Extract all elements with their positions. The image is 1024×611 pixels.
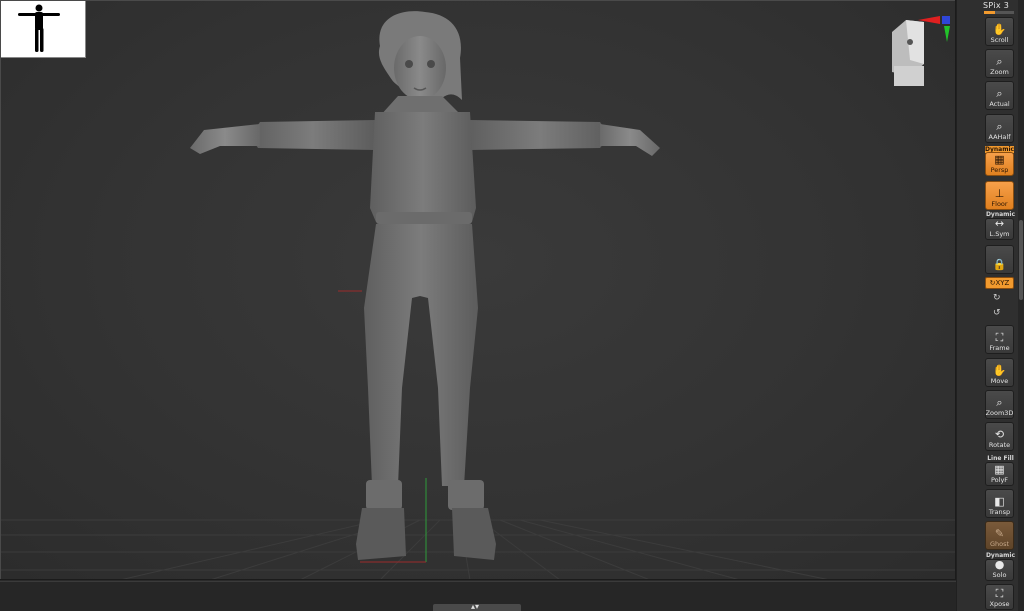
character-model[interactable] bbox=[180, 8, 670, 573]
xpose-icon: ⛶ bbox=[995, 587, 1004, 600]
rotate-button[interactable]: ⟲ Rotate bbox=[985, 422, 1014, 451]
perspective-grid-icon: ▦ bbox=[994, 153, 1005, 166]
z-rotation-icon[interactable]: ↺ bbox=[993, 308, 1001, 318]
lsym-button[interactable]: ↔ L.Sym bbox=[985, 218, 1014, 240]
magnifier-icon: ⌕ bbox=[996, 120, 1003, 133]
zoom-label: Zoom bbox=[990, 68, 1009, 76]
move-button[interactable]: ✋ Move bbox=[985, 358, 1014, 387]
rotate-label: Rotate bbox=[988, 441, 1011, 449]
persp-label: Persp bbox=[990, 166, 1009, 174]
aahalf-button[interactable]: ⌕ AAHalf bbox=[985, 114, 1014, 143]
zoom3d-label: Zoom3D bbox=[985, 409, 1014, 417]
frame-label: Frame bbox=[989, 344, 1010, 352]
lock-button[interactable]: 🔒 bbox=[985, 245, 1014, 274]
lsym-label: L.Sym bbox=[989, 230, 1010, 238]
polyf-button[interactable]: ▦ PolyF bbox=[985, 462, 1014, 486]
xpose-button[interactable]: ⛶ Xpose bbox=[985, 584, 1014, 610]
zoom-button[interactable]: ⌕ Zoom bbox=[985, 49, 1014, 78]
scrollbar-thumb[interactable] bbox=[1019, 220, 1023, 300]
transparency-icon: ◧ bbox=[994, 495, 1005, 508]
xyz-rotation-button[interactable]: ↻XYZ bbox=[985, 277, 1014, 289]
floor-icon: ⊥ bbox=[994, 187, 1005, 200]
symmetry-icon: ↔ bbox=[994, 217, 1005, 230]
aahalf-label: AAHalf bbox=[988, 133, 1011, 141]
polyframe-icon: ▦ bbox=[994, 463, 1005, 476]
collapse-arrows-icon: ▴▾ bbox=[471, 602, 480, 611]
solo-label: Solo bbox=[992, 571, 1007, 579]
hand-icon: ✋ bbox=[992, 364, 1007, 377]
magnifier-icon: ⌕ bbox=[996, 87, 1003, 100]
spix-slider[interactable] bbox=[984, 11, 1014, 14]
zoom3d-button[interactable]: ⌕ Zoom3D bbox=[985, 390, 1014, 419]
xpose-label: Xpose bbox=[989, 600, 1010, 608]
scroll-button[interactable]: ✋ Scroll bbox=[985, 17, 1014, 46]
magnifier-icon: ⌕ bbox=[996, 396, 1003, 409]
rotate-icon: ⟲ bbox=[994, 428, 1005, 441]
polyf-label: PolyF bbox=[990, 476, 1009, 484]
spix-slider-fill bbox=[984, 11, 995, 14]
silhouette-thumbnail[interactable] bbox=[0, 0, 86, 58]
frame-button[interactable]: ⛶ Frame bbox=[985, 325, 1014, 354]
magnifier-icon: ⌕ bbox=[996, 55, 1003, 68]
head-navigation-cube-icon[interactable] bbox=[884, 14, 954, 90]
actual-button[interactable]: ⌕ Actual bbox=[985, 81, 1014, 110]
solo-button[interactable]: ● Solo bbox=[985, 559, 1014, 581]
spix-label: SPix 3 bbox=[983, 1, 1010, 10]
transp-label: Transp bbox=[988, 508, 1011, 516]
ghost-button[interactable]: ✎ Ghost bbox=[985, 521, 1014, 550]
hand-icon: ✋ bbox=[992, 23, 1007, 36]
y-rotation-icon[interactable]: ↻ bbox=[993, 293, 1001, 303]
scroll-label: Scroll bbox=[990, 36, 1009, 44]
persp-button[interactable]: ▦ Persp bbox=[985, 152, 1014, 176]
floor-button[interactable]: ⊥ Floor bbox=[985, 181, 1014, 210]
silhouette-thumbnail-icon bbox=[18, 4, 60, 52]
actual-label: Actual bbox=[989, 100, 1010, 108]
shelf-scrollbar[interactable] bbox=[1018, 0, 1024, 611]
floor-label: Floor bbox=[991, 200, 1008, 208]
transp-button[interactable]: ◧ Transp bbox=[985, 489, 1014, 518]
lock-icon: 🔒 bbox=[992, 258, 1007, 271]
polyf-caption: Line Fill bbox=[987, 455, 1014, 462]
frame-icon: ⛶ bbox=[995, 331, 1004, 344]
ghost-label: Ghost bbox=[989, 540, 1010, 548]
ghost-icon: ✎ bbox=[994, 527, 1005, 540]
move-label: Move bbox=[990, 377, 1009, 385]
document-viewport[interactable] bbox=[0, 0, 956, 580]
bottom-tray-toggle[interactable]: ▴▾ bbox=[433, 602, 521, 611]
solo-icon: ● bbox=[994, 558, 1005, 571]
